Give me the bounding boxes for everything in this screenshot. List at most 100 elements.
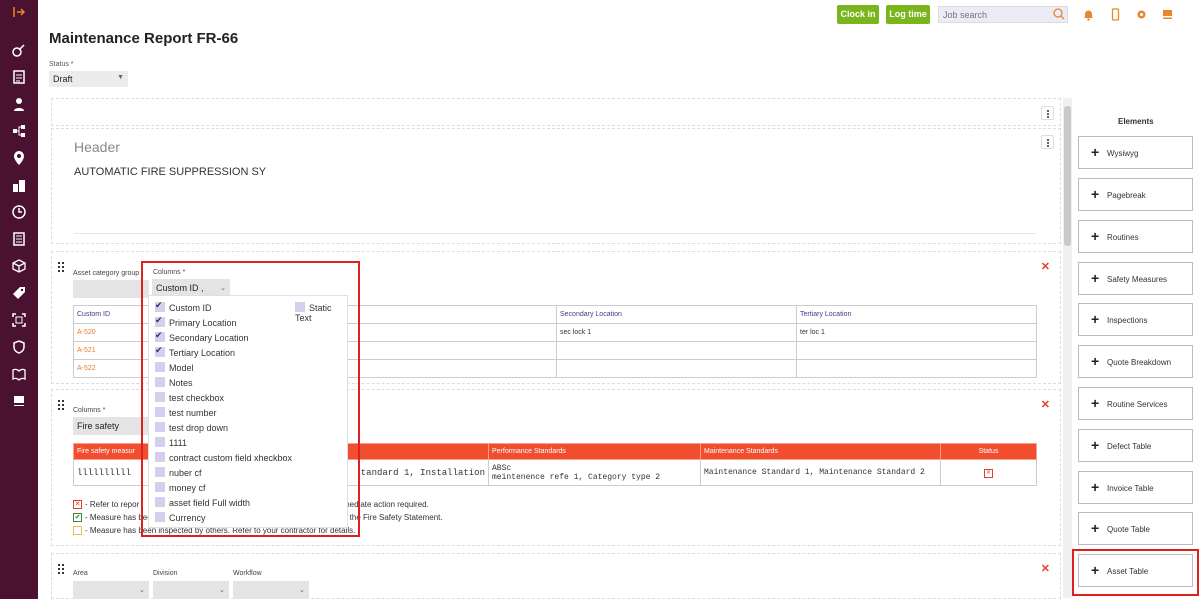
table-cell xyxy=(556,359,797,378)
elements-title: Elements xyxy=(1118,117,1154,126)
green-check-icon: ✔ xyxy=(73,513,82,523)
scrollbar-thumb[interactable] xyxy=(1064,106,1071,246)
scan-icon[interactable] xyxy=(11,312,27,328)
header-text: AUTOMATIC FIRE SUPPRESSION SY xyxy=(74,166,267,178)
shield-icon[interactable] xyxy=(11,339,27,355)
element-invoice-table-button[interactable]: + Invoice Table xyxy=(1078,471,1193,504)
table-cell xyxy=(796,359,1037,378)
drag-handle-icon[interactable] xyxy=(58,400,66,410)
top-block xyxy=(51,98,1061,126)
plus-icon: + xyxy=(1091,144,1100,160)
table-cell: ter loc 1 xyxy=(796,323,1037,342)
area-select[interactable]: ⌄ xyxy=(73,581,149,599)
plus-icon: + xyxy=(1091,395,1100,411)
bell-icon[interactable] xyxy=(1082,8,1095,21)
book-icon[interactable] xyxy=(11,366,27,382)
division-select[interactable]: ⌄ xyxy=(153,581,229,599)
search-icon[interactable] xyxy=(1052,7,1066,21)
report-icon[interactable] xyxy=(11,231,27,247)
element-pagebreak-button[interactable]: + Pagebreak xyxy=(1078,178,1193,211)
element-label: Inspections xyxy=(1107,316,1148,325)
book-mark-icon[interactable] xyxy=(1161,8,1174,21)
chevron-down-icon: ⌄ xyxy=(139,587,145,594)
workflow-select[interactable]: ⌄ xyxy=(233,581,309,599)
mobile-icon[interactable] xyxy=(1109,8,1122,21)
element-label: Quote Breakdown xyxy=(1107,358,1172,367)
element-label: Routine Services xyxy=(1107,400,1168,409)
column-header: Status xyxy=(940,443,1037,460)
buildings-icon[interactable] xyxy=(11,177,27,193)
status-select[interactable]: Draft ▼ xyxy=(49,71,128,87)
tag-icon[interactable] xyxy=(11,42,27,58)
location-pin-icon[interactable] xyxy=(11,150,27,166)
plus-icon: + xyxy=(1091,311,1100,327)
highlight-box xyxy=(141,261,360,537)
kebab-menu-icon[interactable] xyxy=(1041,106,1054,120)
element-label: Invoice Table xyxy=(1107,484,1154,493)
status-cell: ✕ xyxy=(940,459,1037,486)
plus-icon: + xyxy=(1091,353,1100,369)
scrollbar[interactable] xyxy=(1063,98,1072,598)
legend-item: ✔ - Measure has bee n the Fire Safety Stat… xyxy=(73,513,443,523)
asset-group-select[interactable] xyxy=(73,280,149,298)
plus-icon: + xyxy=(1091,520,1100,536)
element-label: Pagebreak xyxy=(1107,191,1146,200)
column-header: Maintenance Standards xyxy=(700,443,941,460)
element-routines-button[interactable]: + Routines xyxy=(1078,220,1193,253)
plus-icon: + xyxy=(1091,270,1100,286)
element-wysiwyg-button[interactable]: + Wysiwyg xyxy=(1078,136,1193,169)
network-icon[interactable] xyxy=(11,123,27,139)
clock-in-button[interactable]: Clock in xyxy=(837,5,879,24)
table-cell: sec lock 1 xyxy=(556,323,797,342)
element-inspections-button[interactable]: + Inspections xyxy=(1078,303,1193,336)
close-icon[interactable]: ✕ xyxy=(1041,562,1050,575)
element-safety-measures-button[interactable]: + Safety Measures xyxy=(1078,262,1193,295)
page-title: Maintenance Report FR-66 xyxy=(49,30,239,47)
element-routine-services-button[interactable]: + Routine Services xyxy=(1078,387,1193,420)
division-label: Division xyxy=(153,570,178,577)
filter-section: ✕ Area ⌄ Division ⌄ Workflow ⌄ xyxy=(51,553,1061,599)
legend-item: ✕ - Refer to repor mediate action required… xyxy=(73,500,429,510)
log-time-button[interactable]: Log time xyxy=(886,5,930,24)
table-cell: ABSc meintenence refe 1, Category type 2 xyxy=(488,459,701,486)
column-header: Secondary Location xyxy=(556,305,797,324)
close-icon[interactable]: ✕ xyxy=(1041,260,1050,273)
element-quote-breakdown-button[interactable]: + Quote Breakdown xyxy=(1078,345,1193,378)
price-tag-icon[interactable] xyxy=(11,285,27,301)
plus-icon: + xyxy=(1091,437,1100,453)
legend-text: - Refer to repor xyxy=(85,500,140,509)
user-icon[interactable] xyxy=(11,96,27,112)
table-cell xyxy=(796,341,1037,360)
asset-group-label: Asset category group xyxy=(73,270,140,277)
kebab-menu-icon[interactable] xyxy=(1041,135,1054,149)
drag-handle-icon[interactable] xyxy=(58,262,66,272)
red-x-icon: ✕ xyxy=(73,500,82,510)
column-header: Performance Standards xyxy=(488,443,701,460)
plus-icon: + xyxy=(1091,228,1100,244)
table-cell xyxy=(556,341,797,360)
status-value: Draft xyxy=(53,74,73,84)
checklist-icon[interactable] xyxy=(11,69,27,85)
fire-columns-select[interactable]: Fire safety xyxy=(73,417,149,435)
gear-icon[interactable] xyxy=(1135,8,1148,21)
divider xyxy=(74,233,1036,234)
table-cell: Maintenance Standard 1, Maintenance Stan… xyxy=(700,459,941,486)
close-icon[interactable]: ✕ xyxy=(1041,398,1050,411)
sign-out-icon[interactable] xyxy=(10,5,28,23)
element-label: Routines xyxy=(1107,233,1139,242)
header-section: Header AUTOMATIC FIRE SUPPRESSION SY xyxy=(51,128,1061,244)
element-quote-table-button[interactable]: + Quote Table xyxy=(1078,512,1193,545)
element-label: Wysiwyg xyxy=(1107,149,1139,158)
sidebar xyxy=(0,0,38,599)
box-icon[interactable] xyxy=(11,258,27,274)
workflow-label: Workflow xyxy=(233,570,262,577)
element-label: Defect Table xyxy=(1107,442,1152,451)
yellow-square-icon xyxy=(73,526,82,536)
bookmark-icon[interactable] xyxy=(11,393,27,409)
highlight-box xyxy=(1072,549,1199,596)
clock-icon[interactable] xyxy=(11,204,27,220)
element-defect-table-button[interactable]: + Defect Table xyxy=(1078,429,1193,462)
fire-columns-value: Fire safety xyxy=(77,421,120,431)
job-search-input[interactable] xyxy=(938,6,1068,23)
drag-handle-icon[interactable] xyxy=(58,564,66,574)
